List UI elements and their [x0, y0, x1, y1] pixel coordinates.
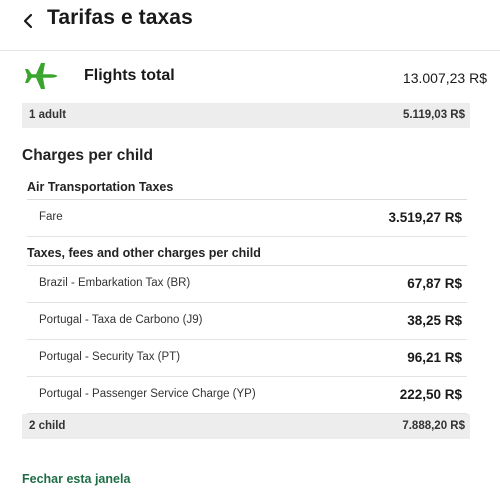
air-taxes-group-title: Air Transportation Taxes	[27, 180, 174, 194]
page-header: Tarifas e taxas	[0, 0, 500, 50]
charge-value: 96,21 R$	[407, 350, 462, 365]
flights-total-row: Flights total 13.007,23 R$	[0, 51, 500, 103]
charge-row-passenger-service-charge: Portugal - Passenger Service Charge (YP)…	[27, 377, 467, 414]
charge-row-carbon-tax: Portugal - Taxa de Carbono (J9) 38,25 R$	[27, 303, 467, 340]
charge-value: 67,87 R$	[407, 276, 462, 291]
child-summary-bar: 2 child 7.888,20 R$	[22, 414, 470, 439]
back-button[interactable]	[18, 8, 38, 34]
adult-summary-bar: 1 adult 5.119,03 R$	[22, 103, 470, 128]
content-area: Flights total 13.007,23 R$ 1 adult 5.119…	[0, 50, 500, 498]
chevron-left-icon	[23, 13, 33, 29]
child-subtotal-value: 7.888,20 R$	[402, 420, 465, 432]
flights-total-value: 13.007,23 R$	[402, 70, 487, 86]
charge-label: Portugal - Taxa de Carbono (J9)	[39, 314, 203, 326]
charge-value: 222,50 R$	[399, 387, 462, 402]
child-count-label: 2 child	[29, 420, 66, 432]
charge-label: Brazil - Embarkation Tax (BR)	[39, 277, 191, 289]
charge-label: Fare	[39, 211, 63, 223]
charge-label: Portugal - Passenger Service Charge (YP)	[39, 388, 256, 400]
charge-row-embarkation-tax: Brazil - Embarkation Tax (BR) 67,87 R$	[27, 266, 467, 303]
close-window-link[interactable]: Fechar esta janela	[22, 472, 130, 486]
fare-details-panel: Flights total 13.007,23 R$ 1 adult 5.119…	[0, 50, 500, 498]
charge-value: 3.519,27 R$	[388, 210, 462, 225]
page-title: Tarifas e taxas	[47, 6, 193, 29]
charge-row-fare: Fare 3.519,27 R$	[27, 200, 467, 237]
charge-row-security-tax: Portugal - Security Tax (PT) 96,21 R$	[27, 340, 467, 377]
airplane-icon	[25, 63, 58, 89]
flights-total-label: Flights total	[84, 67, 175, 84]
taxes-group-title: Taxes, fees and other charges per child	[27, 246, 261, 260]
adult-subtotal-value: 5.119,03 R$	[402, 109, 465, 121]
charge-label: Portugal - Security Tax (PT)	[39, 351, 181, 363]
adult-count-label: 1 adult	[29, 109, 67, 121]
charges-section-title: Charges per child	[22, 147, 153, 164]
charge-value: 38,25 R$	[407, 313, 462, 328]
